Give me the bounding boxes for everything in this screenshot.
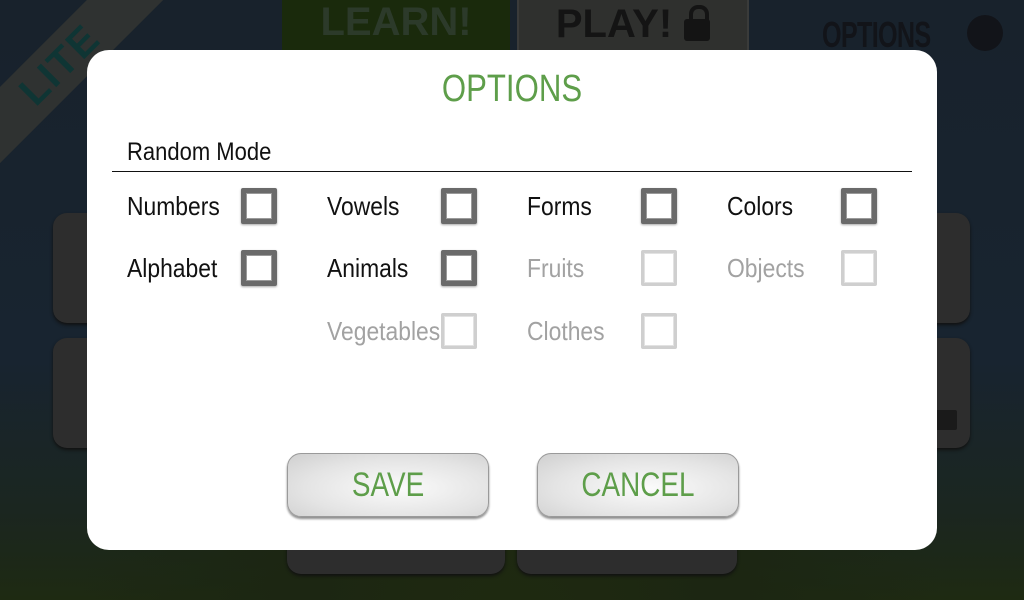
- option-vegetables: Vegetables: [327, 313, 477, 349]
- option-numbers[interactable]: Numbers: [127, 188, 277, 224]
- learn-label: LEARN!: [320, 0, 472, 44]
- checkbox-numbers[interactable]: [241, 188, 277, 224]
- option-clothes: Clothes: [527, 313, 677, 349]
- option-fruits: Fruits: [527, 250, 677, 286]
- option-label: Forms: [527, 190, 592, 221]
- options-dialog: OPTIONS Random Mode Numbers Vowels Forms…: [87, 50, 937, 550]
- option-label: Vegetables: [327, 315, 441, 346]
- option-label: Colors: [727, 190, 794, 221]
- options-gear-icon: [967, 15, 1003, 51]
- option-label: Objects: [727, 252, 805, 283]
- dialog-title: OPTIONS: [441, 68, 583, 110]
- cancel-button[interactable]: CANCEL: [537, 453, 739, 517]
- option-label: Clothes: [527, 315, 605, 346]
- learn-button: LEARN!: [282, 0, 510, 50]
- option-alphabet[interactable]: Alphabet: [127, 250, 277, 286]
- option-forms[interactable]: Forms: [527, 188, 677, 224]
- checkbox-forms[interactable]: [641, 188, 677, 224]
- option-label: Fruits: [527, 252, 585, 283]
- checkbox-animals[interactable]: [441, 250, 477, 286]
- option-colors[interactable]: Colors: [727, 188, 877, 224]
- checkbox-vegetables: [441, 313, 477, 349]
- checkbox-colors[interactable]: [841, 188, 877, 224]
- lock-icon: [935, 410, 957, 430]
- option-label: Alphabet: [127, 252, 218, 283]
- save-label: SAVE: [351, 465, 425, 504]
- option-label: Vowels: [327, 190, 400, 221]
- option-objects: Objects: [727, 250, 877, 286]
- option-vowels[interactable]: Vowels: [327, 188, 477, 224]
- checkbox-clothes: [641, 313, 677, 349]
- option-animals[interactable]: Animals: [327, 250, 477, 286]
- play-label: PLAY!: [555, 1, 673, 46]
- checkbox-objects: [841, 250, 877, 286]
- cancel-label: CANCEL: [581, 465, 695, 504]
- option-label: Animals: [327, 252, 409, 283]
- section-divider: [112, 171, 912, 172]
- save-button[interactable]: SAVE: [287, 453, 489, 517]
- checkbox-vowels[interactable]: [441, 188, 477, 224]
- section-label-random-mode: Random Mode: [127, 138, 272, 166]
- checkbox-alphabet[interactable]: [241, 250, 277, 286]
- play-button: PLAY!: [517, 0, 749, 54]
- option-label: Numbers: [127, 190, 220, 221]
- checkbox-fruits: [641, 250, 677, 286]
- lock-icon: [684, 5, 711, 41]
